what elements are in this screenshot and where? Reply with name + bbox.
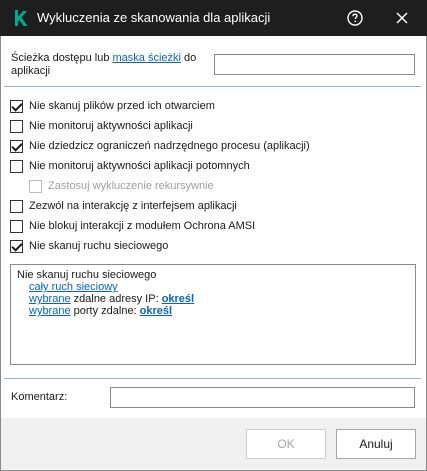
comment-label: Komentarz: [11,391,68,403]
path-label: Ścieżka dostępu lub maska ścieżki do apl… [11,52,211,78]
details-remote-ip-line: wybrane zdalne adresy IP: określ [17,293,409,305]
path-mask-link[interactable]: maska ścieżki [113,52,181,64]
option-checkbox-5[interactable] [10,199,23,213]
remote-ip-text: zdalne adresy IP: [70,293,162,305]
specify-ip-link[interactable]: określ [162,293,194,305]
title-bar: Wykluczenia ze skanowania dla aplikacji [0,0,427,36]
all-traffic-link[interactable]: cały ruch sieciowy [29,281,118,293]
selected-ports-link[interactable]: wybrane [29,305,71,317]
option-label-1: Nie monitoruj aktywności aplikacji [29,120,193,132]
details-all-traffic-line: cały ruch sieciowy [17,281,409,293]
help-icon [347,10,363,26]
option-row-1[interactable]: Nie monitoruj aktywności aplikacji [10,118,193,134]
option-checkbox-4 [29,179,42,193]
details-heading: Nie skanuj ruchu sieciowego [17,269,157,281]
option-checkbox-3[interactable] [10,159,23,173]
option-label-4: Zastosuj wykluczenie rekursywnie [48,180,214,192]
path-input[interactable] [214,54,415,75]
option-label-0: Nie skanuj plików przed ich otwarciem [29,100,215,112]
help-button[interactable] [346,9,364,27]
option-row-4: Zastosuj wykluczenie rekursywnie [29,178,214,194]
option-label-2: Nie dziedzicz ograniczeń nadrzędnego pro… [29,140,310,152]
remote-ports-text: porty zdalne: [70,305,140,317]
option-label-6: Nie blokuj interakcji z modułem Ochrona … [29,220,256,232]
option-label-3: Nie monitoruj aktywności aplikacji potom… [29,160,250,172]
option-checkbox-7[interactable] [10,239,23,253]
option-row-2[interactable]: Nie dziedzicz ograniczeń nadrzędnego pro… [10,138,310,154]
path-label-prefix: Ścieżka dostępu lub [11,52,113,64]
comment-input[interactable] [110,387,415,408]
close-icon [396,12,408,24]
selected-ip-link[interactable]: wybrane [29,293,71,305]
kaspersky-logo-icon [15,10,28,26]
details-remote-ports-line: wybrane porty zdalne: określ [17,305,409,317]
option-checkbox-0[interactable] [10,99,23,113]
close-button[interactable] [393,9,411,27]
option-checkbox-1[interactable] [10,119,23,133]
option-row-3[interactable]: Nie monitoruj aktywności aplikacji potom… [10,158,250,174]
option-row-6[interactable]: Nie blokuj interakcji z modułem Ochrona … [10,218,255,234]
divider-bottom [4,378,421,379]
details-box: Nie skanuj ruchu sieciowego cały ruch si… [10,264,416,365]
option-row-0[interactable]: Nie skanuj plików przed ich otwarciem [10,98,215,114]
dialog-footer: OK Anuluj [1,418,426,470]
divider-top [4,86,421,87]
option-row-5[interactable]: Zezwól na interakcję z interfejsem aplik… [10,198,237,214]
specify-ports-link[interactable]: określ [140,305,172,317]
option-label-7: Nie skanuj ruchu sieciowego [29,240,169,252]
option-checkbox-6[interactable] [10,219,23,233]
ok-button[interactable]: OK [246,429,326,459]
window-title: Wykluczenia ze skanowania dla aplikacji [37,10,271,25]
option-label-5: Zezwól na interakcję z interfejsem aplik… [29,200,237,212]
option-row-7[interactable]: Nie skanuj ruchu sieciowego [10,238,168,254]
option-checkbox-2[interactable] [10,139,23,153]
cancel-button[interactable]: Anuluj [336,429,416,459]
